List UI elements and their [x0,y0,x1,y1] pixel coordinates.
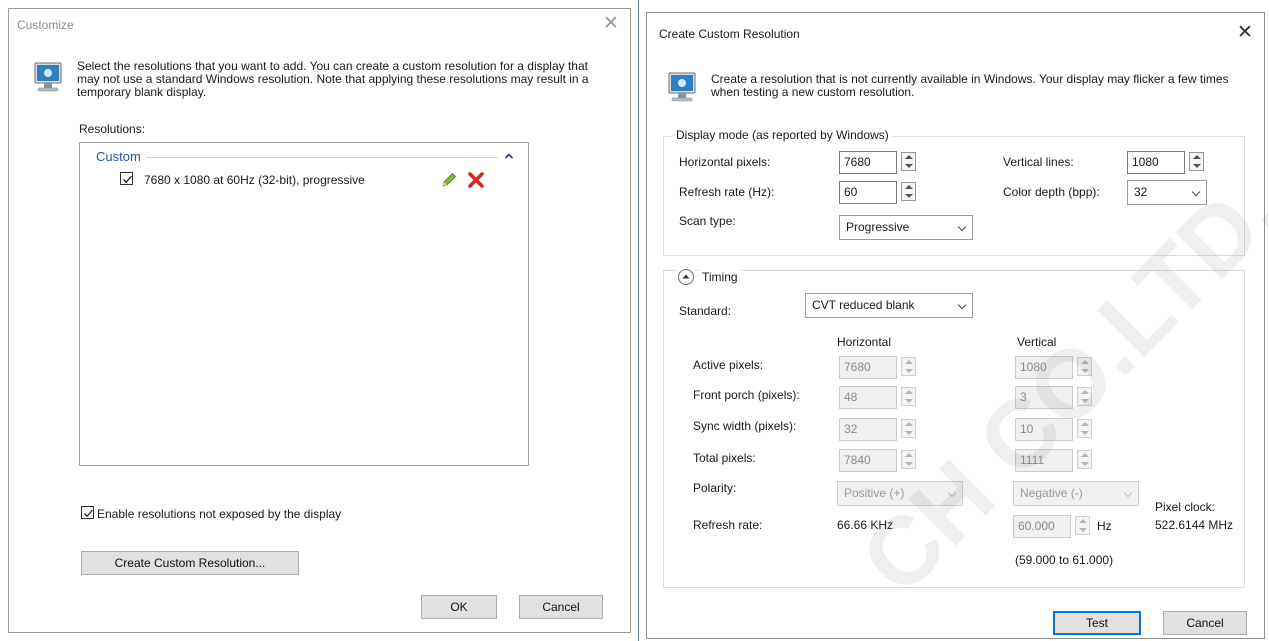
total-pixels-v-input: 1111 [1015,449,1073,472]
scan-type-select[interactable]: Progressive [839,215,973,240]
display-mode-label: Display mode (as reported by Windows) [673,128,892,142]
active-pixels-h-input: 7680 [839,356,897,379]
test-button[interactable]: Test [1053,611,1141,635]
pixel-clock-label: Pixel clock: [1155,500,1216,514]
timing-label: Timing [699,270,741,284]
customize-dialog: Customize ✕ Select the resolutions that … [8,8,631,633]
cancel-button[interactable]: Cancel [1163,611,1247,635]
enable-resolutions-checkbox[interactable] [81,506,94,519]
timing-collapse-icon[interactable] [677,268,695,286]
create-resolution-dialog: Create Custom Resolution ✕ Create a reso… [646,12,1265,639]
resolutions-label: Resolutions: [79,122,146,136]
create-titlebar: Create Custom Resolution ✕ [647,13,1264,45]
polarity-label: Polarity: [693,481,737,495]
pixel-clock-value: 522.6144 MHz [1155,518,1234,532]
vertical-lines-spinner[interactable] [1189,152,1204,171]
standard-label: Standard: [679,304,732,318]
vertical-lines-label: Vertical lines: [1003,155,1074,169]
horizontal-pixels-input[interactable]: 7680 [839,151,897,174]
front-porch-h-spinner [901,387,916,406]
front-porch-h-input: 48 [839,386,897,409]
delete-icon[interactable] [466,170,486,190]
horizontal-pixels-label: Horizontal pixels: [679,155,771,169]
refresh-rate-input[interactable]: 60 [839,181,897,204]
sync-width-h-input: 32 [839,418,897,441]
vertical-column-header: Vertical [1017,335,1057,349]
enable-resolutions-label: Enable resolutions not exposed by the di… [97,507,342,521]
custom-group-header: Custom [80,147,528,165]
color-depth-value: 32 [1134,185,1148,199]
refresh-unit: Hz [1097,519,1112,533]
cancel-button[interactable]: Cancel [519,595,603,619]
front-porch-label: Front porch (pixels): [693,388,800,402]
total-pixels-h-spinner [901,450,916,469]
refresh-range: (59.000 to 61.000) [1015,553,1114,567]
sync-width-v-spinner [1077,419,1092,438]
sync-width-label: Sync width (pixels): [693,419,797,433]
sync-width-h-spinner [901,419,916,438]
refresh-v-input: 60.000 [1013,515,1071,538]
edit-pencil-icon[interactable] [440,171,458,189]
monitor-icon [668,72,696,102]
panel-divider [638,0,639,641]
active-pixels-v-spinner [1077,357,1092,376]
horizontal-frequency: 66.66 KHz [837,518,894,532]
list-item[interactable]: 7680 x 1080 at 60Hz (32-bit), progressiv… [80,169,528,191]
total-pixels-h-input: 7840 [839,449,897,472]
resolution-label: 7680 x 1080 at 60Hz (32-bit), progressiv… [144,173,365,187]
group-divider [146,157,498,158]
horizontal-column-header: Horizontal [837,335,892,349]
color-depth-label: Color depth (bpp): [1003,185,1100,199]
chevron-down-icon [957,300,967,310]
color-depth-select[interactable]: 32 [1127,180,1207,205]
front-porch-v-input: 3 [1015,386,1073,409]
total-pixels-v-spinner [1077,450,1092,469]
polarity-h-value: Positive (+) [844,486,905,500]
chevron-down-icon [1191,187,1201,197]
polarity-v-value: Negative (-) [1020,486,1083,500]
resolution-checkbox[interactable] [120,172,133,185]
custom-group-name: Custom [96,149,141,164]
active-pixels-label: Active pixels: [693,358,764,372]
vertical-lines-input[interactable]: 1080 [1127,151,1185,174]
customize-description: Select the resolutions that you want to … [77,59,589,99]
standard-value: CVT reduced blank [812,298,915,312]
active-pixels-v-input: 1080 [1015,356,1073,379]
polarity-v-select: Negative (-) [1013,481,1139,506]
active-pixels-h-spinner [901,357,916,376]
create-description: Create a resolution that is not currentl… [711,72,1229,99]
create-custom-resolution-button[interactable]: Create Custom Resolution... [81,551,299,575]
timing-refresh-label: Refresh rate: [693,518,763,532]
refresh-v-spinner [1075,516,1090,535]
refresh-rate-label: Refresh rate (Hz): [679,185,775,199]
create-title: Create Custom Resolution [659,27,800,41]
horizontal-pixels-spinner[interactable] [901,152,916,171]
customize-titlebar: Customize ✕ [9,9,630,41]
resolutions-list[interactable]: Custom 7680 x 1080 at 60Hz (32-bit), pro… [79,142,529,466]
chevron-down-icon [947,488,957,498]
front-porch-v-spinner [1077,387,1092,406]
customize-title: Customize [17,18,74,32]
close-icon[interactable]: ✕ [598,12,624,38]
standard-select[interactable]: CVT reduced blank [805,293,973,318]
polarity-h-select: Positive (+) [837,481,963,506]
scan-type-value: Progressive [846,220,910,234]
close-icon[interactable]: ✕ [1232,21,1258,47]
sync-width-v-input: 10 [1015,418,1073,441]
chevron-down-icon [1123,488,1133,498]
scan-type-label: Scan type: [679,214,736,228]
chevron-down-icon [957,222,967,232]
monitor-icon [34,62,62,92]
total-pixels-label: Total pixels: [693,451,756,465]
collapse-icon[interactable] [504,150,514,160]
refresh-rate-spinner[interactable] [901,182,916,201]
ok-button[interactable]: OK [421,595,497,619]
